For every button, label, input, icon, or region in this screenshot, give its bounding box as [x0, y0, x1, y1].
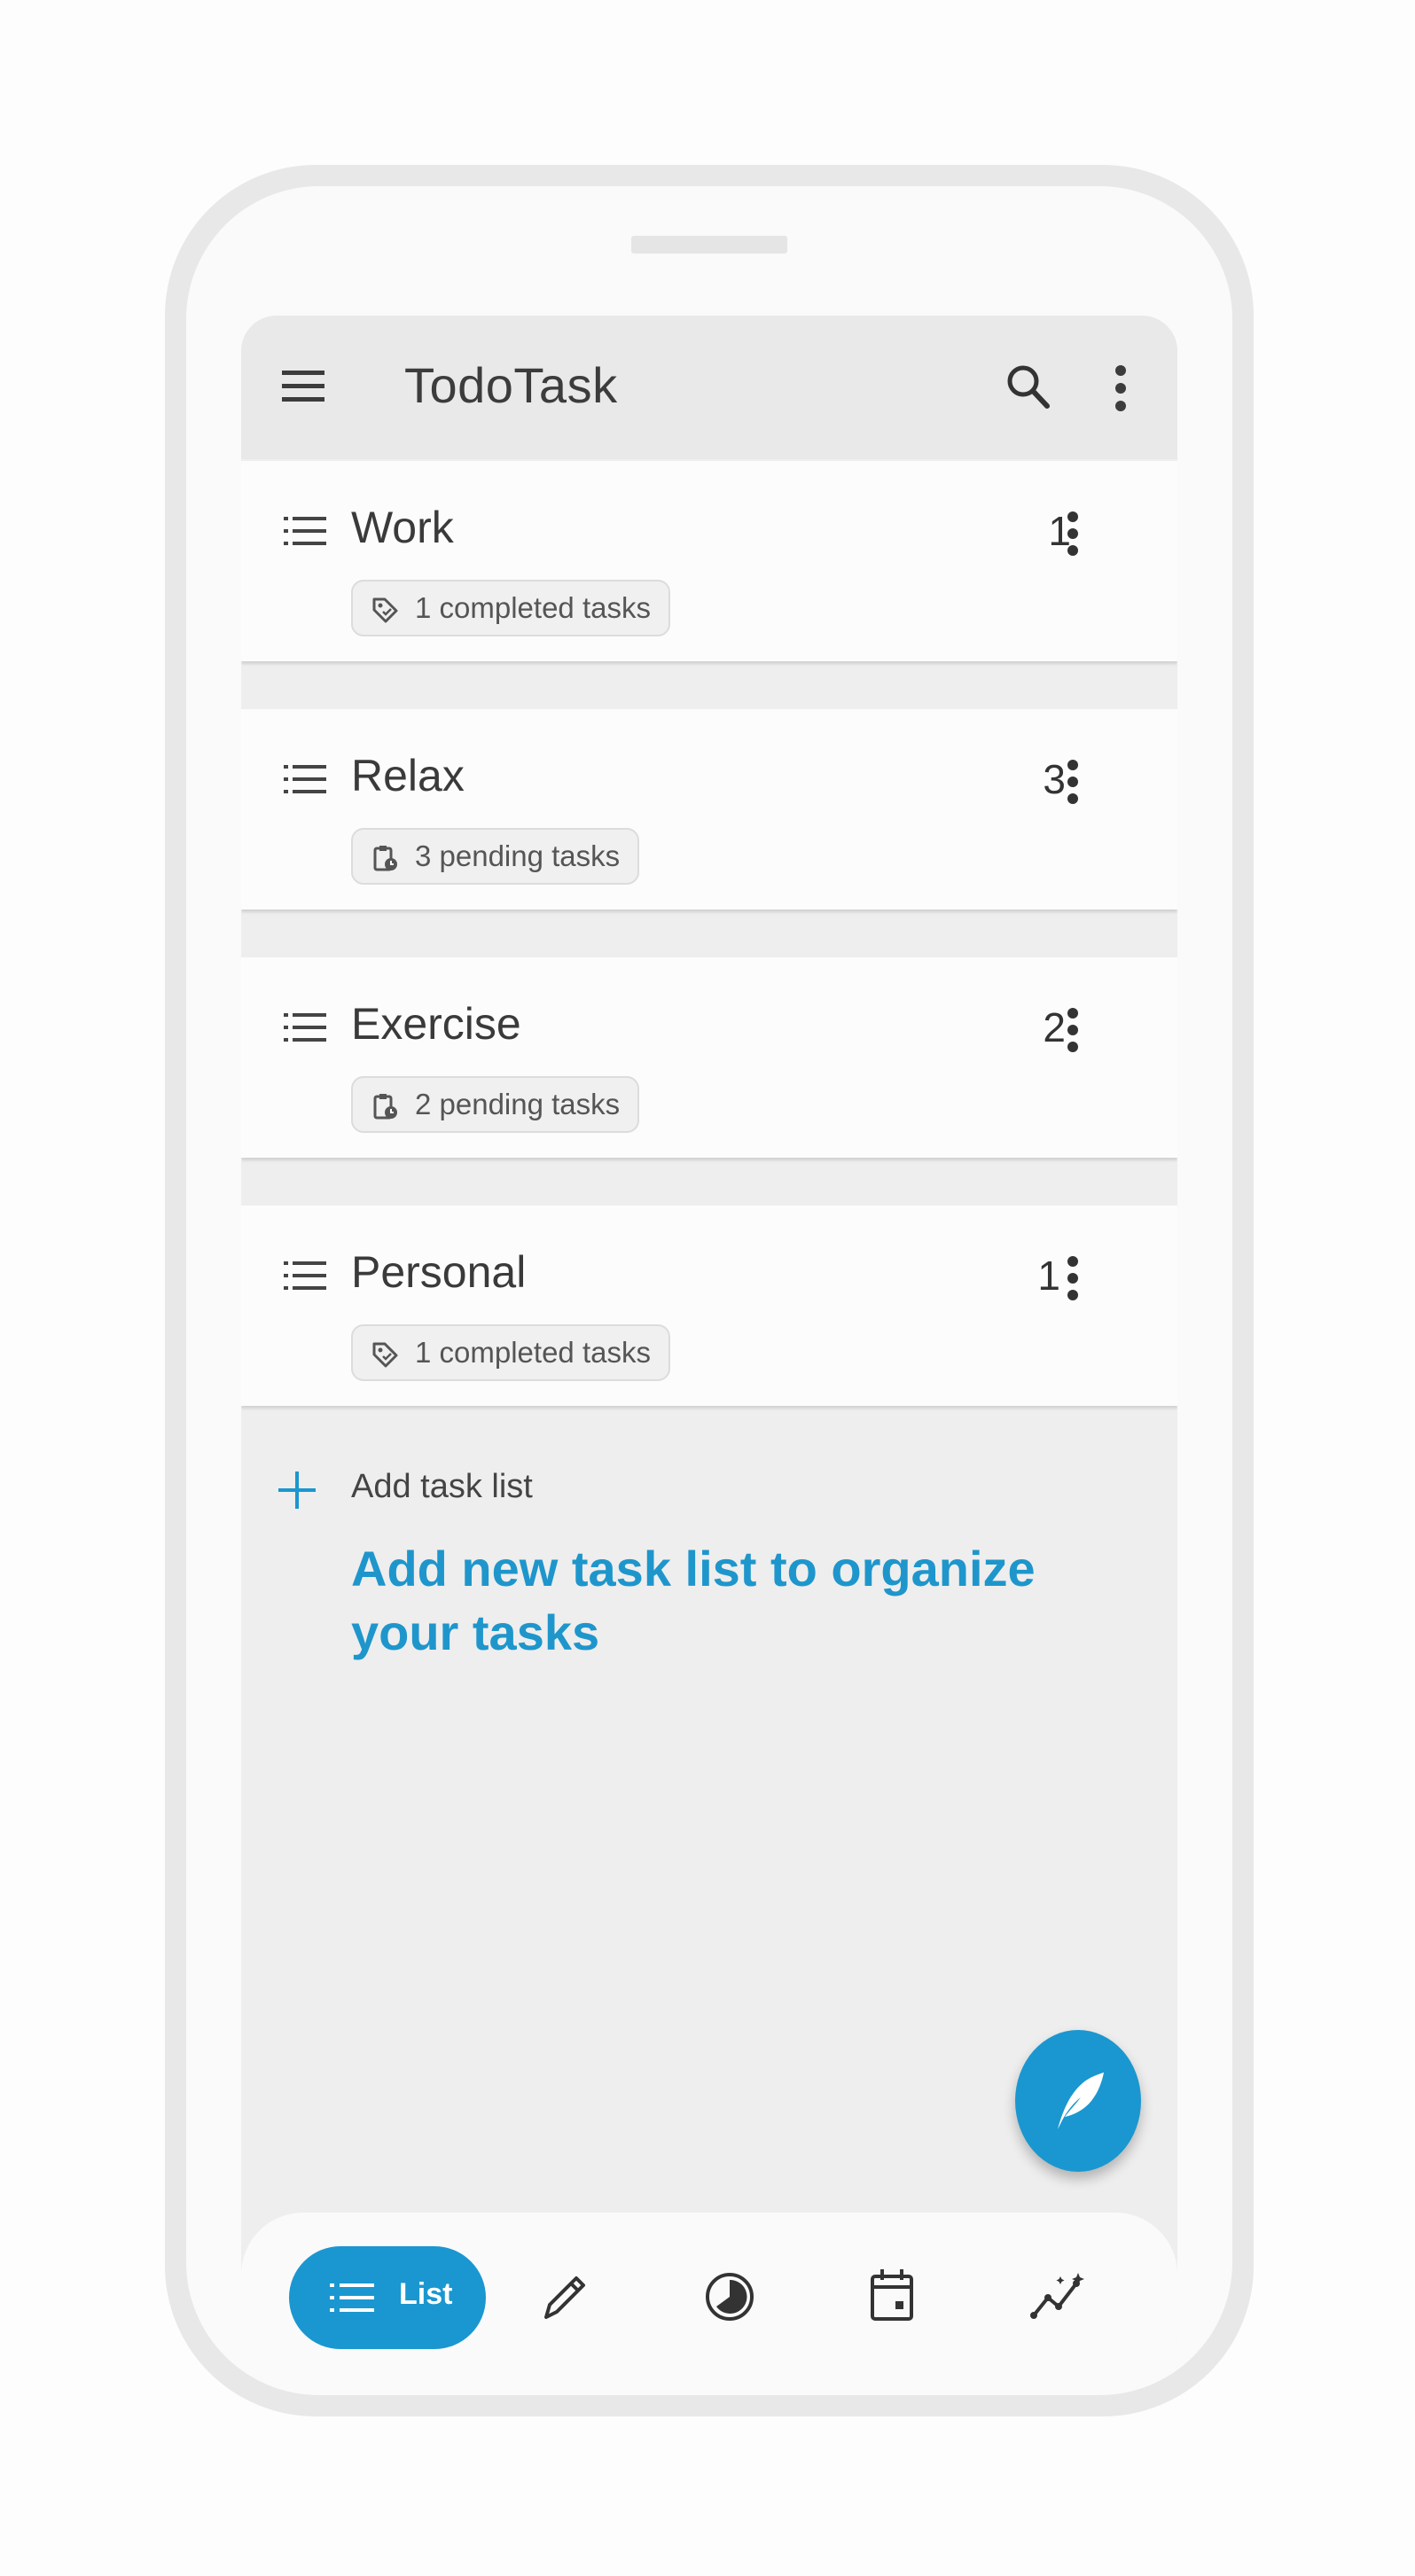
task-list-card-relax[interactable]: Relax 3 3 pending tasks	[241, 709, 1177, 909]
task-list-card-personal[interactable]: Personal 1 1 completed tasks	[241, 1206, 1177, 1406]
task-list-name: Work	[351, 503, 454, 552]
task-list-card-exercise[interactable]: Exercise 2 2 pending tasks	[241, 957, 1177, 1158]
status-chip: 3 pending tasks	[351, 828, 640, 885]
task-list-name: Relax	[351, 751, 465, 800]
list-icon	[330, 2283, 374, 2312]
chip-text: 3 pending tasks	[415, 839, 621, 872]
hamburger-menu-icon[interactable]	[280, 367, 326, 406]
calendar-icon[interactable]	[869, 2268, 915, 2322]
more-vert-icon[interactable]	[1066, 759, 1080, 805]
task-count: 2	[1043, 1004, 1066, 1050]
search-icon[interactable]	[1005, 363, 1051, 411]
task-list-card-work[interactable]: Work 1 1 completed tasks	[241, 461, 1177, 661]
task-count: 3	[1043, 756, 1066, 802]
pencil-icon[interactable]	[541, 2273, 589, 2322]
task-list-name: Personal	[351, 1247, 527, 1297]
task-count: 1	[1048, 508, 1071, 554]
plus-icon[interactable]	[277, 1470, 317, 1510]
nav-item-list[interactable]: List	[289, 2246, 486, 2349]
analytics-icon[interactable]	[1030, 2271, 1087, 2321]
bottom-navigation: List	[241, 2213, 1177, 2367]
pie-chart-icon[interactable]	[704, 2271, 755, 2322]
clipboard-clock-icon	[373, 1094, 397, 1120]
phone-speaker	[631, 236, 787, 254]
app-bar: TodoTask	[241, 316, 1177, 459]
feather-icon	[1058, 2073, 1104, 2129]
nav-item-label: List	[399, 2277, 453, 2311]
status-chip: 2 pending tasks	[351, 1076, 640, 1133]
list-icon	[284, 765, 326, 793]
more-vert-icon[interactable]	[1066, 1255, 1080, 1301]
list-icon	[284, 1261, 326, 1290]
status-chip: 1 completed tasks	[351, 1324, 670, 1381]
chip-text: 1 completed tasks	[415, 591, 651, 624]
chip-text: 1 completed tasks	[415, 1336, 651, 1369]
task-count: 1	[1037, 1253, 1060, 1299]
app-title: TodoTask	[404, 357, 618, 413]
chip-text: 2 pending tasks	[415, 1088, 621, 1120]
add-task-list-label[interactable]: Add task list	[351, 1468, 533, 1506]
list-icon	[284, 1013, 326, 1042]
list-icon	[284, 517, 326, 545]
tag-icon	[372, 597, 398, 623]
more-vert-icon[interactable]	[1066, 511, 1080, 557]
tag-icon	[372, 1342, 398, 1368]
more-vert-icon[interactable]	[1114, 363, 1128, 413]
clipboard-clock-icon	[373, 846, 397, 871]
add-task-list-description: Add new task list to organize your tasks	[351, 1541, 1036, 1660]
status-chip: 1 completed tasks	[351, 580, 670, 636]
new-task-fab[interactable]	[1015, 2030, 1141, 2172]
task-list-name: Exercise	[351, 999, 521, 1049]
more-vert-icon[interactable]	[1066, 1007, 1080, 1053]
